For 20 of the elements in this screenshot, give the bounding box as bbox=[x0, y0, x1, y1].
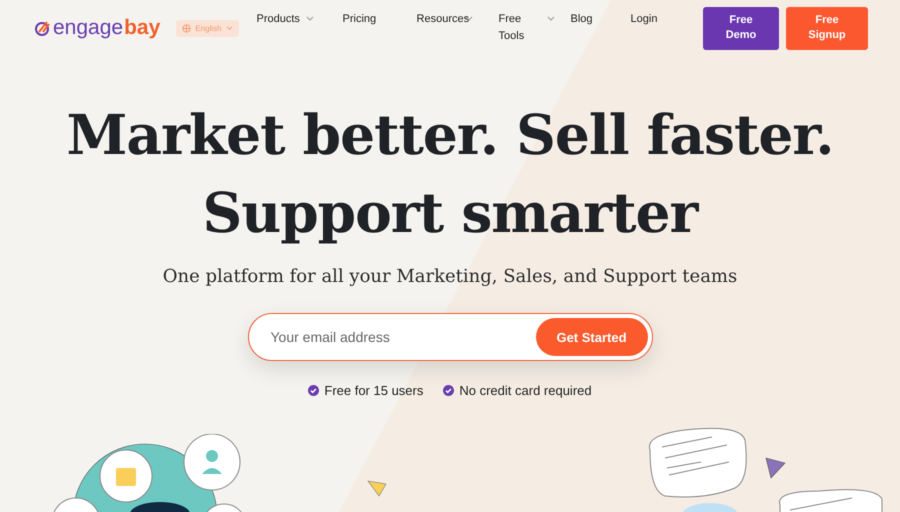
nav-link[interactable]: Login bbox=[630, 11, 679, 28]
engagebay-logo[interactable]: engagebay bbox=[34, 16, 160, 40]
globe-icon bbox=[182, 24, 192, 32]
nav-link[interactable]: Products bbox=[256, 11, 343, 28]
perk-text: Free for 15 users bbox=[324, 383, 424, 398]
logo-mark-icon bbox=[34, 20, 52, 36]
perk-text: No credit card required bbox=[459, 383, 592, 398]
nav-link[interactable]: Blog bbox=[570, 11, 631, 28]
headline: Support smarter bbox=[202, 179, 698, 247]
demo-button[interactable]: Free Demo bbox=[703, 6, 779, 50]
nav-link[interactable]: Pricing bbox=[342, 11, 417, 28]
headline: Market better. Sell faster. bbox=[66, 101, 834, 169]
check-badge-icon bbox=[443, 385, 454, 396]
nav-link[interactable]: Free Tools bbox=[498, 11, 571, 45]
triangle-icon bbox=[367, 480, 387, 498]
subtitle: One platform for all your Marketing, Sales, and Support teams bbox=[162, 266, 738, 287]
check-badge-icon bbox=[308, 385, 320, 396]
email-input[interactable]: Your email address bbox=[268, 328, 512, 346]
nav-link[interactable]: Resources bbox=[416, 11, 499, 28]
chevron-down-icon bbox=[226, 26, 233, 30]
